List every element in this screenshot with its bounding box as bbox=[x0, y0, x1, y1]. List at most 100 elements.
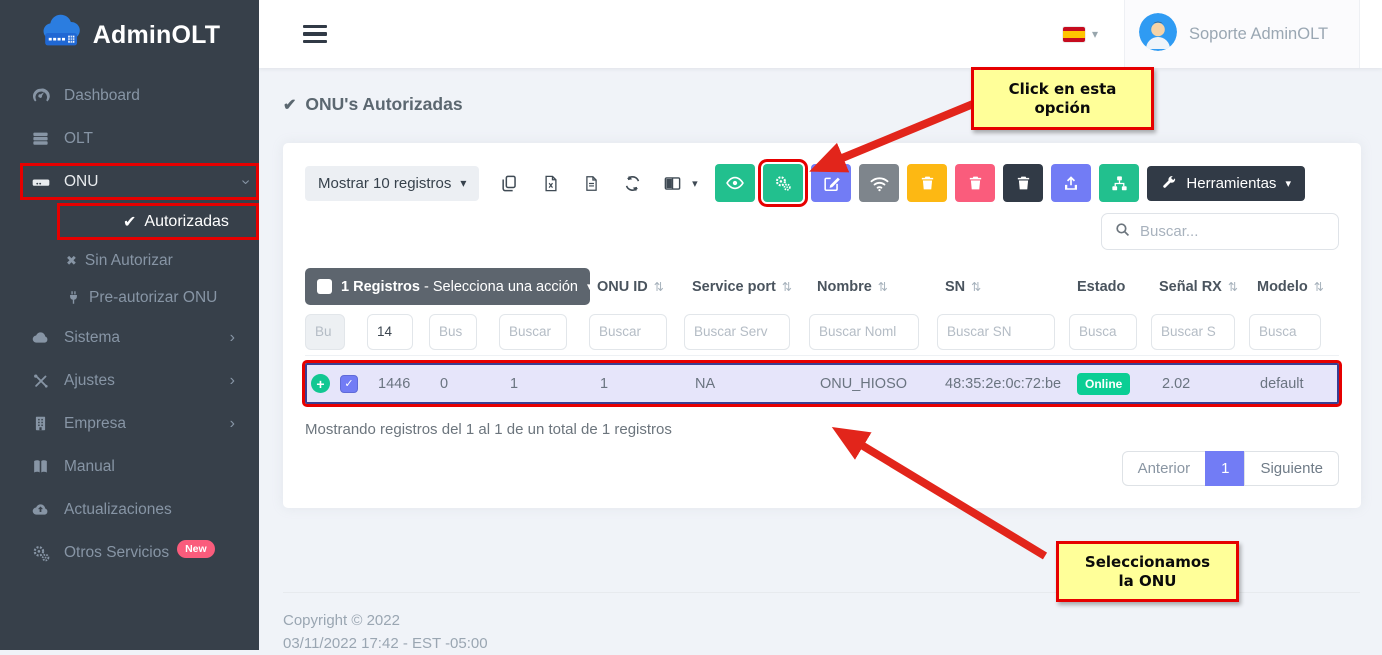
cell-port: 1 bbox=[501, 376, 591, 392]
adminolt-logo-icon bbox=[39, 14, 85, 57]
filter-input[interactable] bbox=[589, 314, 667, 350]
filter-input[interactable] bbox=[1249, 314, 1321, 350]
expand-row-icon[interactable]: + bbox=[311, 374, 330, 393]
sidebar-item-manual[interactable]: Manual bbox=[0, 445, 259, 488]
chevron-right-icon: › bbox=[230, 415, 235, 433]
x-icon: ✖ bbox=[66, 253, 77, 269]
tools-dropdown[interactable]: Herramientas ▾ bbox=[1147, 166, 1305, 201]
table-info-text: Mostrando registros del 1 al 1 de un tot… bbox=[305, 421, 1339, 438]
sidebar-item-autorizadas[interactable]: ✔ Autorizadas bbox=[57, 203, 259, 240]
app-logo[interactable]: AdminOLT bbox=[0, 0, 259, 70]
sidebar-item-sin-autorizar[interactable]: ✖ Sin Autorizar bbox=[0, 242, 259, 279]
user-menu[interactable]: Soporte AdminOLT bbox=[1124, 0, 1360, 68]
column-header-modelo[interactable]: Modelo⇅ bbox=[1249, 279, 1339, 295]
caret-down-icon: ▾ bbox=[1285, 177, 1291, 190]
column-header-onu-id[interactable]: ONU ID⇅ bbox=[589, 279, 684, 295]
sort-icon: ⇅ bbox=[782, 280, 792, 294]
sidebar-item-sistema[interactable]: Sistema › bbox=[0, 316, 259, 359]
sidebar-item-pre-autorizar[interactable]: Pre-autorizar ONU bbox=[0, 279, 259, 316]
onu-table-card: Mostrar 10 registros ▾ ▾ bbox=[283, 143, 1361, 508]
table-row-selected[interactable]: + ✓ 1446 0 1 1 NA ONU_HIOSO 48:35:2e:0c:… bbox=[305, 363, 1339, 404]
search-input[interactable] bbox=[1140, 223, 1339, 240]
sidebar-item-label: Dashboard bbox=[64, 87, 140, 105]
cell-senal-rx: 2.02 bbox=[1153, 376, 1251, 392]
sidebar-item-label: Sin Autorizar bbox=[85, 252, 173, 270]
edit-button[interactable] bbox=[811, 164, 851, 202]
refresh-button[interactable] bbox=[612, 165, 653, 201]
sidebar-item-label: Pre-autorizar ONU bbox=[89, 289, 217, 307]
cell-modelo: default bbox=[1251, 376, 1341, 392]
bulk-action-dropdown[interactable]: 1 Registros - Selecciona una acción ▾ bbox=[305, 268, 590, 305]
row-checkbox-checked[interactable]: ✓ bbox=[340, 375, 358, 393]
servers-icon bbox=[30, 129, 51, 148]
sort-icon: ⇅ bbox=[1228, 280, 1238, 294]
table-filter-row bbox=[305, 308, 1339, 356]
delete-warning-button[interactable] bbox=[907, 164, 947, 202]
column-header-service-port[interactable]: Service port⇅ bbox=[684, 279, 809, 295]
sidebar-item-ajustes[interactable]: Ajustes › bbox=[0, 359, 259, 402]
column-header-sn[interactable]: SN⇅ bbox=[937, 279, 1069, 295]
upload-button[interactable] bbox=[1051, 164, 1091, 202]
show-entries-dropdown[interactable]: Mostrar 10 registros ▾ bbox=[305, 166, 479, 201]
sidebar-menu: Dashboard OLT ONU › ✔ Autorizadas ✖ Sin … bbox=[0, 70, 259, 574]
page-title: ✔ ONU's Autorizadas bbox=[283, 94, 1382, 115]
sidebar-item-label: Empresa bbox=[64, 415, 126, 433]
sidebar-item-onu[interactable]: ONU › bbox=[20, 163, 259, 200]
sidebar-item-dashboard[interactable]: Dashboard bbox=[0, 74, 259, 117]
export-file-button[interactable] bbox=[571, 165, 612, 201]
view-button[interactable] bbox=[715, 164, 755, 202]
chevron-right-icon: › bbox=[230, 372, 235, 390]
export-buttons: ▾ bbox=[489, 165, 707, 201]
sort-icon: ⇅ bbox=[654, 280, 664, 294]
sidebar-item-empresa[interactable]: Empresa › bbox=[0, 402, 259, 445]
sidebar-item-otros-servicios[interactable]: Otros Servicios New bbox=[0, 531, 259, 574]
sort-icon: ⇅ bbox=[1314, 280, 1324, 294]
filter-input[interactable] bbox=[499, 314, 567, 350]
column-header-estado[interactable]: Estado bbox=[1069, 279, 1151, 295]
menu-toggle-button[interactable] bbox=[303, 25, 327, 44]
onu-device-icon bbox=[30, 172, 51, 192]
sidebar-item-actualizaciones[interactable]: Actualizaciones bbox=[0, 488, 259, 531]
filter-input[interactable] bbox=[1151, 314, 1235, 350]
network-topology-button[interactable] bbox=[1099, 164, 1139, 202]
export-excel-button[interactable] bbox=[530, 165, 571, 201]
filter-input[interactable] bbox=[684, 314, 790, 350]
plug-icon bbox=[66, 290, 81, 305]
delete-danger-button[interactable] bbox=[955, 164, 995, 202]
cell-board: 0 bbox=[431, 376, 501, 392]
chevron-right-icon: › bbox=[230, 329, 235, 347]
wifi-button[interactable] bbox=[859, 164, 899, 202]
search-icon bbox=[1114, 221, 1131, 243]
select-all-checkbox[interactable] bbox=[317, 279, 332, 294]
filter-input[interactable] bbox=[367, 314, 413, 350]
language-dropdown[interactable]: ▾ bbox=[1063, 27, 1098, 42]
sidebar-item-label: Autorizadas bbox=[144, 213, 229, 231]
table-toolbar: Mostrar 10 registros ▾ ▾ bbox=[305, 164, 1339, 202]
cell-estado: Online bbox=[1071, 373, 1153, 395]
column-header-senal-rx[interactable]: Señal RX⇅ bbox=[1151, 279, 1249, 295]
filter-input[interactable] bbox=[429, 314, 477, 350]
pagination-page-1[interactable]: 1 bbox=[1205, 451, 1245, 486]
copyright-text: Copyright © 2022 bbox=[283, 609, 1360, 632]
cell-nombre: ONU_HIOSO bbox=[811, 376, 939, 392]
column-visibility-dropdown[interactable]: ▾ bbox=[653, 165, 707, 201]
cell-id: 1446 bbox=[369, 376, 431, 392]
search-container bbox=[1101, 213, 1339, 250]
copy-button[interactable] bbox=[489, 165, 530, 201]
sidebar-item-label: Actualizaciones bbox=[64, 501, 172, 519]
column-header-nombre[interactable]: Nombre⇅ bbox=[809, 279, 937, 295]
filter-input[interactable] bbox=[809, 314, 919, 350]
sidebar-item-olt[interactable]: OLT bbox=[0, 117, 259, 160]
pagination: Anterior 1 Siguiente bbox=[305, 451, 1339, 486]
delete-dark-button[interactable] bbox=[1003, 164, 1043, 202]
pagination-prev[interactable]: Anterior bbox=[1122, 451, 1207, 486]
configure-onu-button[interactable] bbox=[763, 164, 803, 202]
tools-icon bbox=[30, 372, 51, 390]
filter-input[interactable] bbox=[1069, 314, 1137, 350]
table-header: 1 Registros - Selecciona una acción ▾ ON… bbox=[305, 266, 1339, 308]
status-badge: Online bbox=[1077, 373, 1130, 395]
filter-input[interactable] bbox=[937, 314, 1055, 350]
filter-input[interactable] bbox=[305, 314, 345, 350]
gauge-icon bbox=[30, 86, 51, 105]
pagination-next[interactable]: Siguiente bbox=[1244, 451, 1339, 486]
